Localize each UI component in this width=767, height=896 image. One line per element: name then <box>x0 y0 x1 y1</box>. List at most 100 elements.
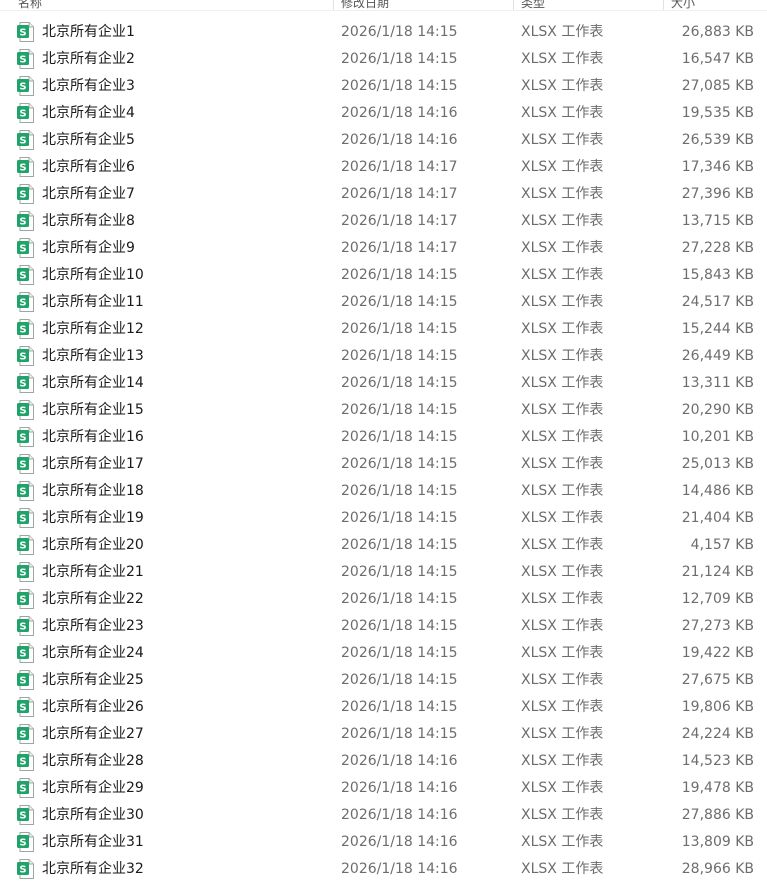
file-row[interactable]: S 北京所有企业26 2026/1/18 14:15 XLSX 工作表 19,8… <box>0 694 767 721</box>
svg-text:S: S <box>19 703 26 714</box>
xlsx-spreadsheet-icon: S <box>17 373 34 393</box>
file-row[interactable]: S 北京所有企业27 2026/1/18 14:15 XLSX 工作表 24,2… <box>0 721 767 748</box>
column-divider[interactable] <box>333 0 334 10</box>
file-name: 北京所有企业15 <box>42 402 144 418</box>
file-row[interactable]: S 北京所有企业2 2026/1/18 14:15 XLSX 工作表 16,54… <box>0 46 767 73</box>
svg-text:S: S <box>19 784 26 795</box>
xlsx-spreadsheet-icon: S <box>17 103 34 123</box>
file-modified-date: 2026/1/18 14:16 <box>341 807 458 823</box>
svg-text:S: S <box>19 28 26 39</box>
file-size: 26,883 KB <box>681 24 754 40</box>
file-row[interactable]: S 北京所有企业25 2026/1/18 14:15 XLSX 工作表 27,6… <box>0 667 767 694</box>
file-row[interactable]: S 北京所有企业7 2026/1/18 14:17 XLSX 工作表 27,39… <box>0 181 767 208</box>
file-row[interactable]: S 北京所有企业30 2026/1/18 14:16 XLSX 工作表 27,8… <box>0 802 767 829</box>
xlsx-spreadsheet-icon: S <box>17 535 34 555</box>
file-type: XLSX 工作表 <box>521 375 604 391</box>
file-row[interactable]: S 北京所有企业13 2026/1/18 14:15 XLSX 工作表 26,4… <box>0 343 767 370</box>
file-modified-date: 2026/1/18 14:15 <box>341 591 458 607</box>
svg-text:S: S <box>19 325 26 336</box>
xlsx-spreadsheet-icon: S <box>17 184 34 204</box>
xlsx-spreadsheet-icon: S <box>17 832 34 852</box>
file-row[interactable]: S 北京所有企业15 2026/1/18 14:15 XLSX 工作表 20,2… <box>0 397 767 424</box>
file-row[interactable]: S 北京所有企业18 2026/1/18 14:15 XLSX 工作表 14,4… <box>0 478 767 505</box>
svg-text:S: S <box>19 460 26 471</box>
column-header-name[interactable]: 名称 <box>18 0 42 10</box>
file-type: XLSX 工作表 <box>521 159 604 175</box>
file-type: XLSX 工作表 <box>521 132 604 148</box>
file-type: XLSX 工作表 <box>521 213 604 229</box>
svg-text:S: S <box>19 514 26 525</box>
file-row[interactable]: S 北京所有企业20 2026/1/18 14:15 XLSX 工作表 4,15… <box>0 532 767 559</box>
svg-text:S: S <box>19 163 26 174</box>
file-row[interactable]: S 北京所有企业16 2026/1/18 14:15 XLSX 工作表 10,2… <box>0 424 767 451</box>
file-name: 北京所有企业7 <box>42 186 135 202</box>
svg-text:S: S <box>19 136 26 147</box>
file-row[interactable]: S 北京所有企业28 2026/1/18 14:16 XLSX 工作表 14,5… <box>0 748 767 775</box>
file-row[interactable]: S 北京所有企业5 2026/1/18 14:16 XLSX 工作表 26,53… <box>0 127 767 154</box>
file-row[interactable]: S 北京所有企业11 2026/1/18 14:15 XLSX 工作表 24,5… <box>0 289 767 316</box>
file-row[interactable]: S 北京所有企业17 2026/1/18 14:15 XLSX 工作表 25,0… <box>0 451 767 478</box>
file-size: 27,228 KB <box>681 240 754 256</box>
file-row[interactable]: S 北京所有企业9 2026/1/18 14:17 XLSX 工作表 27,22… <box>0 235 767 262</box>
file-row[interactable]: S 北京所有企业23 2026/1/18 14:15 XLSX 工作表 27,2… <box>0 613 767 640</box>
file-row[interactable]: S 北京所有企业3 2026/1/18 14:15 XLSX 工作表 27,08… <box>0 73 767 100</box>
file-type: XLSX 工作表 <box>521 564 604 580</box>
file-size: 13,311 KB <box>681 375 754 391</box>
file-row[interactable]: S 北京所有企业12 2026/1/18 14:15 XLSX 工作表 15,2… <box>0 316 767 343</box>
file-row[interactable]: S 北京所有企业22 2026/1/18 14:15 XLSX 工作表 12,7… <box>0 586 767 613</box>
file-size: 26,449 KB <box>681 348 754 364</box>
file-size: 19,806 KB <box>681 699 754 715</box>
svg-text:S: S <box>19 649 26 660</box>
file-type: XLSX 工作表 <box>521 537 604 553</box>
svg-text:S: S <box>19 55 26 66</box>
file-row[interactable]: S 北京所有企业14 2026/1/18 14:15 XLSX 工作表 13,3… <box>0 370 767 397</box>
file-row[interactable]: S 北京所有企业21 2026/1/18 14:15 XLSX 工作表 21,1… <box>0 559 767 586</box>
xlsx-spreadsheet-icon: S <box>17 22 34 42</box>
xlsx-spreadsheet-icon: S <box>17 697 34 717</box>
file-row[interactable]: S 北京所有企业10 2026/1/18 14:15 XLSX 工作表 15,8… <box>0 262 767 289</box>
xlsx-spreadsheet-icon: S <box>17 805 34 825</box>
xlsx-spreadsheet-icon: S <box>17 778 34 798</box>
file-type: XLSX 工作表 <box>521 240 604 256</box>
file-row[interactable]: S 北京所有企业4 2026/1/18 14:16 XLSX 工作表 19,53… <box>0 100 767 127</box>
column-divider[interactable] <box>663 0 664 10</box>
xlsx-spreadsheet-icon: S <box>17 211 34 231</box>
column-header-type[interactable]: 类型 <box>521 0 545 10</box>
file-row[interactable]: S 北京所有企业24 2026/1/18 14:15 XLSX 工作表 19,4… <box>0 640 767 667</box>
file-modified-date: 2026/1/18 14:17 <box>341 213 458 229</box>
file-name: 北京所有企业11 <box>42 294 144 310</box>
file-modified-date: 2026/1/18 14:16 <box>341 753 458 769</box>
file-name: 北京所有企业9 <box>42 240 135 256</box>
file-modified-date: 2026/1/18 14:15 <box>341 321 458 337</box>
file-row[interactable]: S 北京所有企业29 2026/1/18 14:16 XLSX 工作表 19,4… <box>0 775 767 802</box>
file-size: 4,157 KB <box>690 537 754 553</box>
file-row[interactable]: S 北京所有企业31 2026/1/18 14:16 XLSX 工作表 13,8… <box>0 829 767 856</box>
file-size: 15,843 KB <box>681 267 754 283</box>
xlsx-spreadsheet-icon: S <box>17 751 34 771</box>
file-modified-date: 2026/1/18 14:15 <box>341 618 458 634</box>
svg-text:S: S <box>19 109 26 120</box>
file-type: XLSX 工作表 <box>521 753 604 769</box>
file-name: 北京所有企业5 <box>42 132 135 148</box>
file-size: 24,517 KB <box>681 294 754 310</box>
file-modified-date: 2026/1/18 14:15 <box>341 456 458 472</box>
file-name: 北京所有企业20 <box>42 537 144 553</box>
file-row[interactable]: S 北京所有企业32 2026/1/18 14:16 XLSX 工作表 28,9… <box>0 856 767 883</box>
file-row[interactable]: S 北京所有企业19 2026/1/18 14:15 XLSX 工作表 21,4… <box>0 505 767 532</box>
file-modified-date: 2026/1/18 14:15 <box>341 672 458 688</box>
column-header-date[interactable]: 修改日期 <box>341 0 389 10</box>
file-name: 北京所有企业16 <box>42 429 144 445</box>
xlsx-spreadsheet-icon: S <box>17 76 34 96</box>
file-modified-date: 2026/1/18 14:15 <box>341 726 458 742</box>
file-name: 北京所有企业32 <box>42 861 144 877</box>
file-row[interactable]: S 北京所有企业8 2026/1/18 14:17 XLSX 工作表 13,71… <box>0 208 767 235</box>
xlsx-spreadsheet-icon: S <box>17 238 34 258</box>
column-header-size[interactable]: 大小 <box>671 0 695 10</box>
file-row[interactable]: S 北京所有企业6 2026/1/18 14:17 XLSX 工作表 17,34… <box>0 154 767 181</box>
column-divider[interactable] <box>513 0 514 10</box>
file-row[interactable]: S 北京所有企业1 2026/1/18 14:15 XLSX 工作表 26,88… <box>0 19 767 46</box>
file-type: XLSX 工作表 <box>521 78 604 94</box>
svg-text:S: S <box>19 82 26 93</box>
file-size: 16,547 KB <box>681 51 754 67</box>
xlsx-spreadsheet-icon: S <box>17 481 34 501</box>
